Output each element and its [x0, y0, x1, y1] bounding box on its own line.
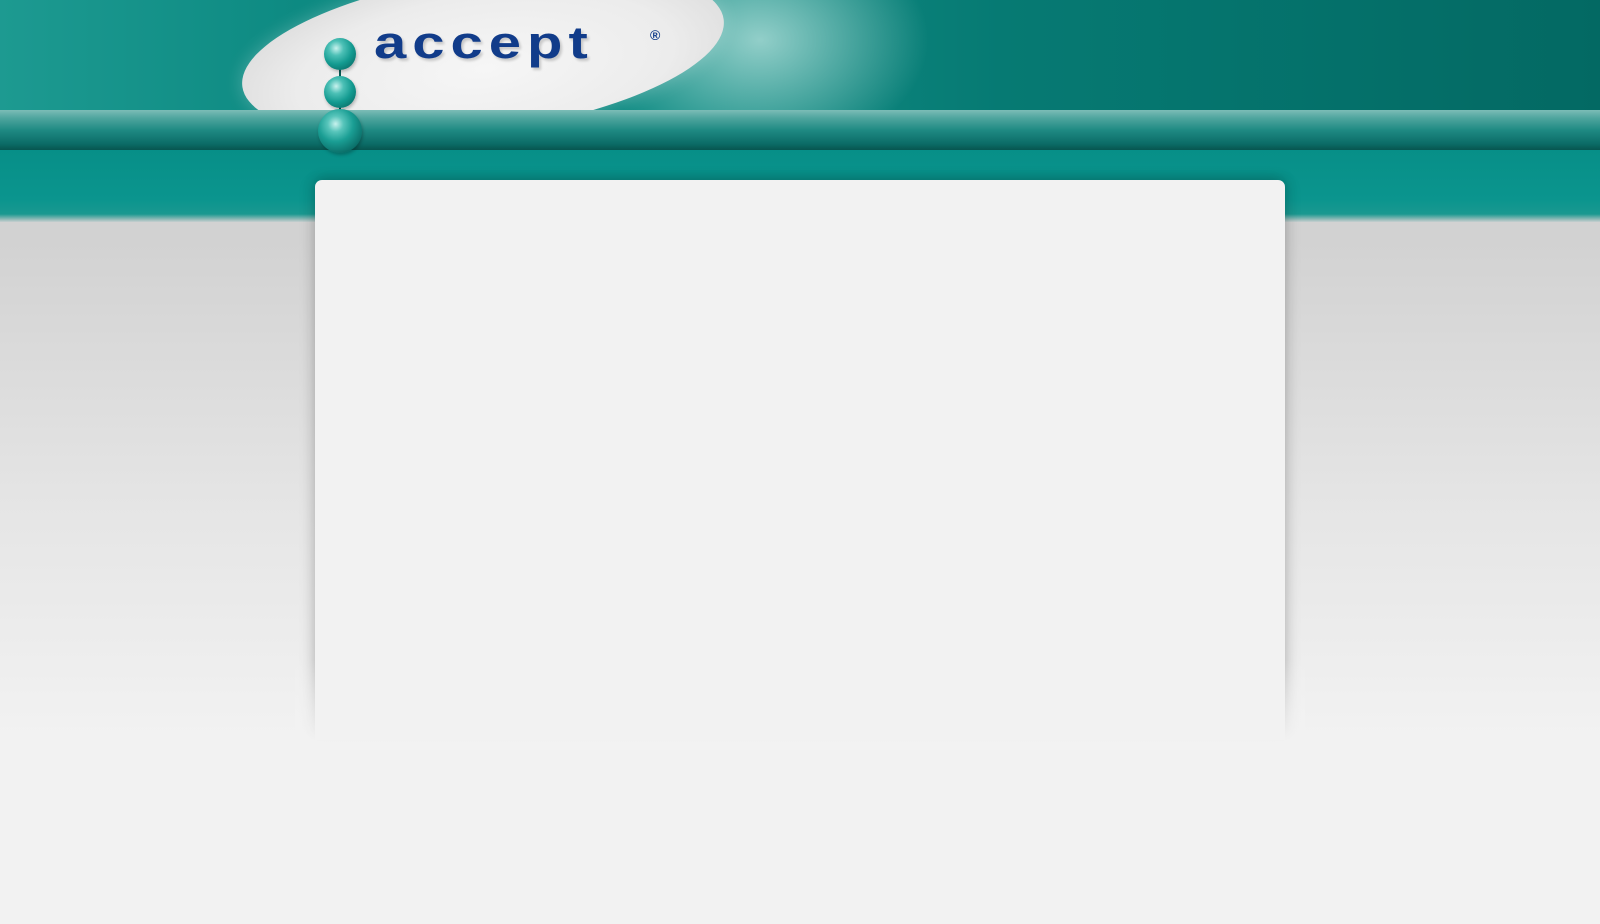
header-bar	[0, 110, 1600, 150]
logo-sphere-large-icon	[318, 109, 362, 153]
logo-sphere-icon	[324, 76, 356, 108]
logo-area[interactable]: accept ®	[0, 0, 1600, 110]
main-content-panel	[295, 180, 1305, 780]
registered-mark: ®	[650, 27, 661, 43]
logo-sphere-icon	[324, 38, 356, 70]
logo-wordmark: accept	[374, 17, 594, 69]
